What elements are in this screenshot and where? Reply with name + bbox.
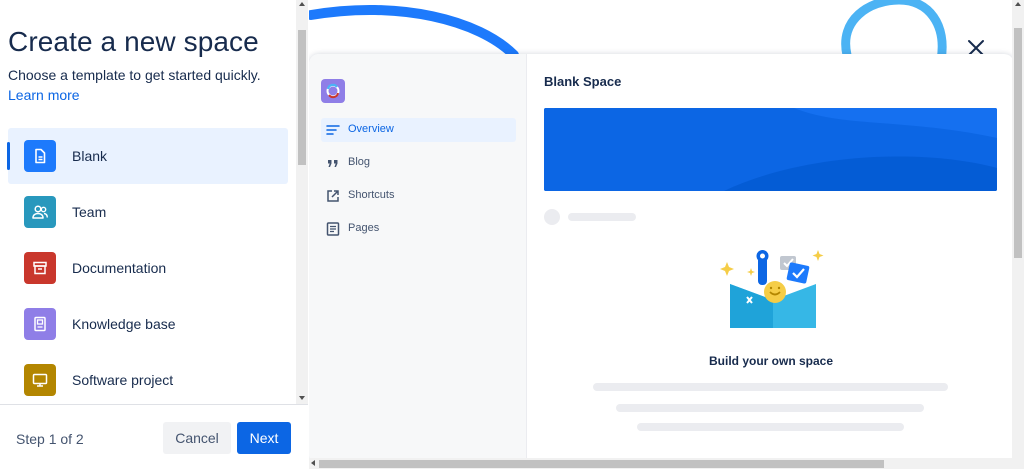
preview-nav-blog[interactable]: Blog <box>321 151 516 175</box>
page-icon <box>325 221 341 237</box>
space-banner <box>544 108 997 191</box>
preview-nav-label: Pages <box>348 222 380 234</box>
template-label: Team <box>72 204 107 220</box>
template-label: Documentation <box>72 260 167 276</box>
scroll-up-arrow-icon[interactable] <box>299 2 305 6</box>
space-title: Blank Space <box>544 74 622 89</box>
template-item-team[interactable]: Team <box>8 184 288 240</box>
page-subtitle: Choose a template to get started quickly… <box>8 67 261 83</box>
document-icon <box>24 140 56 172</box>
external-link-icon <box>325 188 341 204</box>
template-label: Blank <box>72 148 108 164</box>
space-preview-card: Overview Blog Shortcuts Pages Blank Spac… <box>309 54 1014 464</box>
preview-nav-label: Shortcuts <box>348 189 395 201</box>
template-item-knowledge-base[interactable]: Knowledge base <box>8 296 288 352</box>
empty-state-title: Build your own space <box>708 354 834 368</box>
preview-horizontal-scrollbar[interactable] <box>309 458 1024 469</box>
template-picker-panel: Create a new space Choose a template to … <box>0 0 308 469</box>
scrollbar-thumb[interactable] <box>298 30 306 165</box>
text-placeholder <box>593 383 948 391</box>
template-item-blank[interactable]: Blank <box>7 128 288 184</box>
people-icon <box>24 196 56 228</box>
template-item-software-project[interactable]: Software project <box>8 352 288 404</box>
preview-nav-pages[interactable]: Pages <box>321 217 516 241</box>
template-preview-panel: Overview Blog Shortcuts Pages Blank Spac… <box>309 0 1024 469</box>
template-list: Blank Team Documentation Knowledge base <box>7 128 288 404</box>
avatar-placeholder <box>544 209 560 225</box>
template-label: Knowledge base <box>72 316 176 332</box>
archive-icon <box>24 252 56 284</box>
dialog-footer: Step 1 of 2 Cancel Next <box>0 404 308 469</box>
quote-icon <box>325 155 341 171</box>
lines-icon <box>325 122 341 138</box>
cancel-button[interactable]: Cancel <box>163 422 231 454</box>
scrollbar-thumb[interactable] <box>319 460 884 468</box>
template-picker-scroll-area: Create a new space Choose a template to … <box>0 0 296 404</box>
scroll-left-arrow-icon[interactable] <box>311 460 315 466</box>
page-title: Create a new space <box>8 26 259 57</box>
step-indicator: Step 1 of 2 <box>16 431 84 447</box>
text-placeholder <box>616 404 924 412</box>
scroll-up-arrow-icon[interactable] <box>1015 2 1021 6</box>
scrollbar-thumb[interactable] <box>1014 28 1022 258</box>
next-button[interactable]: Next <box>237 422 291 454</box>
space-logo-icon <box>321 79 345 103</box>
preview-nav-label: Blog <box>348 156 371 168</box>
text-placeholder <box>568 213 636 221</box>
toolbox-illustration <box>720 250 824 328</box>
template-item-documentation[interactable]: Documentation <box>8 240 288 296</box>
template-label: Software project <box>72 372 174 388</box>
scroll-down-arrow-icon[interactable] <box>299 396 305 400</box>
preview-nav-shortcuts[interactable]: Shortcuts <box>321 184 516 208</box>
learn-more-link[interactable]: Learn more <box>8 87 80 103</box>
book-icon <box>24 308 56 340</box>
template-list-scrollbar[interactable] <box>296 0 308 404</box>
text-placeholder <box>637 423 904 431</box>
preview-vertical-scrollbar[interactable] <box>1012 0 1024 458</box>
preview-content: Blank Space Build your own space <box>528 54 1014 464</box>
preview-nav-overview[interactable]: Overview <box>321 118 516 142</box>
monitor-icon <box>24 364 56 396</box>
preview-nav-label: Overview <box>348 123 394 135</box>
preview-sidebar: Overview Blog Shortcuts Pages <box>309 54 527 464</box>
